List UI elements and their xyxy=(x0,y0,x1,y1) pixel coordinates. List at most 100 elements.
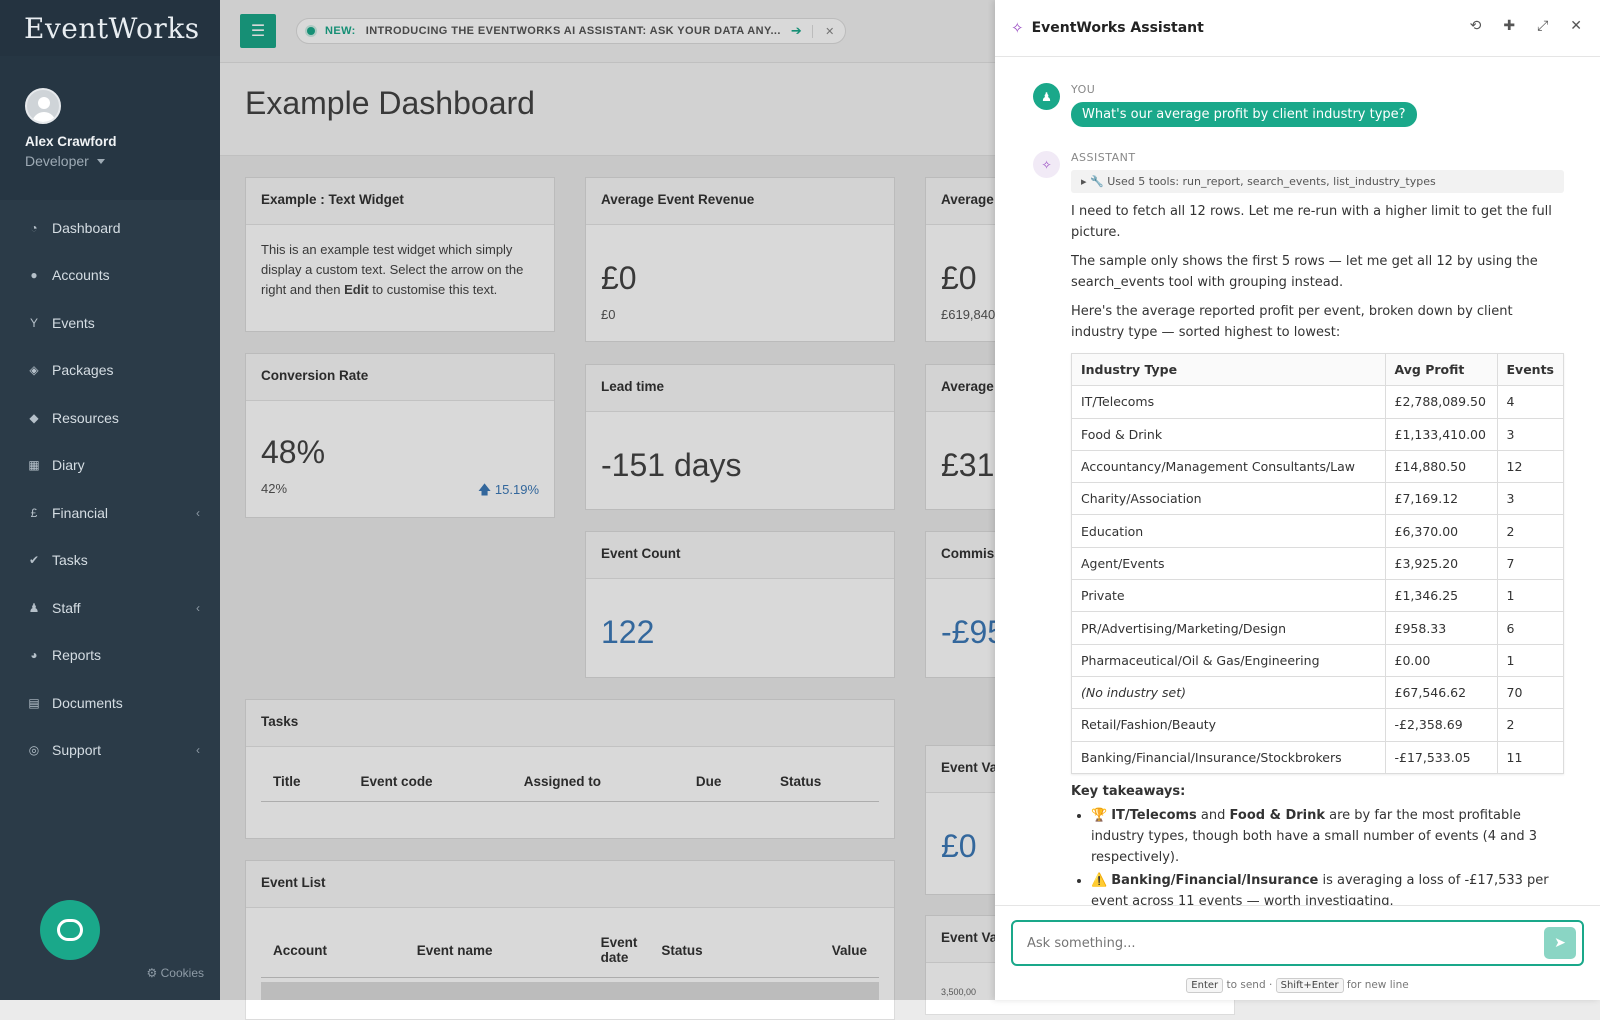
table-cell: 12 xyxy=(1496,449,1565,484)
conversation: ♟ YOU What's our average profit by clien… xyxy=(995,57,1600,905)
column-header[interactable]: Event name xyxy=(404,923,589,978)
cookies-link[interactable]: ⚙ Cookies xyxy=(147,966,204,980)
column-header: Avg Profit xyxy=(1384,352,1498,387)
dashboard-icon: ◔ xyxy=(30,220,38,235)
widget-value: -151 days xyxy=(601,447,742,483)
app-logo[interactable]: EventWorks xyxy=(0,0,220,56)
user-avatar-icon: ♟ xyxy=(1033,83,1060,110)
plus-icon[interactable]: ✚ xyxy=(1503,18,1515,34)
column-header[interactable]: Title xyxy=(261,762,349,802)
column-header[interactable]: Status xyxy=(768,762,879,802)
table-row: Banking/Financial/Insurance/Stockbrokers… xyxy=(1071,740,1565,774)
send-button[interactable]: ➤ xyxy=(1544,927,1576,959)
sidebar-item-tasks[interactable]: ✔ Tasks xyxy=(0,537,220,585)
sparkle-icon: ✧ xyxy=(1033,151,1060,178)
avatar[interactable] xyxy=(25,88,61,124)
caret-down-icon xyxy=(96,158,105,164)
table-row: (No industry set) £67,546.62 70 xyxy=(1071,675,1565,710)
column-header[interactable]: Due xyxy=(683,762,769,802)
sparkle-icon: ✧ xyxy=(1011,19,1024,37)
table-row: Pharmaceutical/Oil & Gas/Engineering £0.0… xyxy=(1071,643,1565,677)
takeaways-title: Key takeaways: xyxy=(1071,783,1186,799)
assistant-paragraph: I need to fetch all 12 rows. Let me re-r… xyxy=(1071,204,1552,240)
table-row: PR/Advertising/Marketing/Design £958.33 6 xyxy=(1071,611,1565,645)
assistant-paragraph: The sample only shows the first 5 rows —… xyxy=(1071,254,1538,290)
message-input[interactable] xyxy=(1027,935,1544,951)
cube-icon: ◆ xyxy=(29,410,39,425)
sidebar-item-support[interactable]: ◎ Support ‹ xyxy=(0,727,220,775)
sidebar-item-label: Dashboard xyxy=(52,219,121,236)
history-icon[interactable]: ⟲ xyxy=(1470,18,1482,34)
table-row: Agent/Events £3,925.20 7 xyxy=(1071,546,1565,581)
sidebar-item-events[interactable]: Y Events xyxy=(0,299,220,347)
column-header[interactable]: Assigned to xyxy=(511,762,684,802)
sidebar-item-documents[interactable]: ▤ Documents xyxy=(0,679,220,727)
sidebar-item-label: Accounts xyxy=(52,267,110,284)
table-cell: £7,169.12 xyxy=(1384,482,1498,516)
widget-title: Tasks xyxy=(246,700,894,747)
sidebar-item-financial[interactable]: £ Financial ‹ xyxy=(0,489,220,537)
cocktail-icon: Y xyxy=(29,315,38,330)
column-header: Events xyxy=(1496,352,1565,387)
announcement-banner[interactable]: NEW: INTRODUCING THE EVENTWORKS AI ASSIS… xyxy=(296,18,846,44)
column-header[interactable]: Account xyxy=(261,923,405,978)
column-header[interactable]: Event code xyxy=(348,762,512,802)
takeaway-emoji-icon: ⚠️ xyxy=(1091,872,1108,888)
close-icon[interactable]: ✕ xyxy=(1570,18,1582,34)
results-table-body: IT/Telecoms £2,788,089.50 4 Food & Drink £1,… xyxy=(1071,385,1565,774)
sidebar-item-label: Staff xyxy=(52,599,81,616)
chevron-left-icon: ‹ xyxy=(196,600,200,615)
sidebar-item-dashboard[interactable]: ◔ Dashboard xyxy=(0,204,220,252)
table-cell: £14,880.50 xyxy=(1384,449,1498,484)
column-header[interactable]: Value xyxy=(769,923,879,978)
support-chat-button[interactable] xyxy=(40,900,100,960)
column-header[interactable]: Status xyxy=(649,923,770,978)
widget-title: Conversion Rate xyxy=(246,354,554,401)
sidebar-item-packages[interactable]: ◈ Packages xyxy=(0,347,220,395)
menu-toggle-button[interactable]: ☰ xyxy=(240,14,276,48)
takeaway-emoji-icon: 🏆 xyxy=(1091,807,1108,823)
text-widget: Example : Text Widget This is an example… xyxy=(245,177,555,332)
expand-icon[interactable]: ⤢ xyxy=(1537,18,1548,34)
user-message-bubble: What's our average profit by client indu… xyxy=(1071,102,1417,127)
table-cell: £1,133,410.00 xyxy=(1384,417,1498,451)
takeaway-item: ⚠️Banking/Financial/Insurance is averagi… xyxy=(1091,870,1564,905)
table-cell: (No industry set) xyxy=(1071,675,1386,710)
user-role-dropdown[interactable]: Developer xyxy=(25,153,220,169)
table-cell: £2,788,089.50 xyxy=(1384,385,1498,419)
table-cell: Charity/Association xyxy=(1071,482,1386,516)
check-icon: ✔ xyxy=(28,553,40,568)
change-value: 15.19% xyxy=(494,482,539,497)
widget-value: 48% xyxy=(261,434,326,470)
wrench-icon: 🔧 xyxy=(1090,175,1108,188)
sidebar-item-resources[interactable]: ◆ Resources xyxy=(0,394,220,442)
sidebar-item-reports[interactable]: ◕ Reports xyxy=(0,632,220,680)
message-input-wrapper: ➤ xyxy=(1011,920,1584,966)
table-cell: Retail/Fashion/Beauty xyxy=(1071,708,1386,742)
user-role: Developer xyxy=(25,153,89,169)
widget-value[interactable]: 122 xyxy=(601,614,879,651)
assistant-title: EventWorks Assistant xyxy=(1031,20,1204,36)
sidebar-item-label: Documents xyxy=(52,694,123,711)
sidebar-item-label: Tasks xyxy=(52,552,88,569)
column-header: Industry Type xyxy=(1071,352,1386,387)
shift-enter-key: Shift+Enter xyxy=(1275,978,1344,993)
sidebar-item-staff[interactable]: ♟ Staff ‹ xyxy=(0,584,220,632)
table-cell: 6 xyxy=(1496,611,1565,645)
takeaway-item: 🏆IT/Telecoms and Food & Drink are by far… xyxy=(1091,805,1564,868)
tools-used-disclosure[interactable]: ▸ 🔧 Used 5 tools: run_report, search_eve… xyxy=(1071,170,1564,193)
widget-text-bold: Edit xyxy=(344,282,369,297)
tools-used-label: Used 5 tools: run_report, search_events,… xyxy=(1107,175,1436,188)
table-cell: £958.33 xyxy=(1384,611,1498,645)
sidebar-item-diary[interactable]: ▦ Diary xyxy=(0,442,220,490)
widget-body: This is an example test widget which sim… xyxy=(246,225,554,315)
takeaways-list: 🏆IT/Telecoms and Food & Drink are by far… xyxy=(1091,805,1564,905)
table-cell: 1 xyxy=(1496,579,1565,613)
column-header[interactable]: Event date xyxy=(588,923,650,978)
user-profile: Alex Crawford Developer xyxy=(0,56,220,200)
sidebar-item-accounts[interactable]: ● Accounts xyxy=(0,252,220,300)
arrow-right-icon[interactable]: ➔ xyxy=(791,23,802,39)
results-table: Industry Type Avg Profit Events IT/Telec… xyxy=(1071,352,1565,774)
table-cell: 3 xyxy=(1496,417,1565,451)
close-icon[interactable]: ✕ xyxy=(812,24,835,38)
